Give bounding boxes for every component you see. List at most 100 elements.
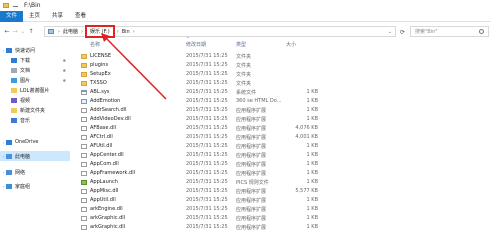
search-input[interactable]: 搜索"Bin" [410,26,489,37]
file-row[interactable]: AppCom.dll 2015/7/31 15:25 应用程序扩展 1 KB [74,160,491,169]
sidebar-item[interactable]: 视频 [0,95,70,105]
file-name: AppFramework.dll [90,170,135,176]
quick-access-toolbar-icon[interactable] [13,4,18,7]
sidebar-item-label: 快速访问 [15,47,36,54]
file-name: AppCom.dll [90,161,119,167]
forward-button[interactable]: → [11,27,19,37]
dll-file-icon [81,117,87,122]
sidebar-item[interactable]: 下载 ✱ [0,55,70,65]
file-row[interactable]: AFBase.dll 2015/7/31 15:25 应用程序扩展 4,076 KB [74,124,491,133]
tab-view[interactable]: 查看 [69,11,92,22]
file-row[interactable]: ABL.sys 2015/7/31 15:25 系统文件 1 KB [74,88,491,97]
network-icon [6,169,12,175]
file-row[interactable]: AddVideoDev.dll 2015/7/31 15:25 应用程序扩展 1 KB [74,115,491,124]
file-row[interactable]: SetupEx 2015/7/31 15:25 文件夹 [74,70,491,79]
breadcrumb-separator[interactable]: › [80,29,84,35]
sidebar-item[interactable]: › 此电脑 [0,151,70,161]
file-row[interactable]: AppCenter.dll 2015/7/31 15:25 应用程序扩展 1 KB [74,151,491,160]
file-date: 2015/7/31 15:25 [186,197,228,203]
pics-file-icon [81,180,87,185]
breadcrumb-drive-f[interactable]: 娱乐 (F:) [85,25,115,38]
file-row[interactable]: AddEmotion 2015/7/31 15:25 360 se HTML Do.… [74,97,491,106]
sidebar-item-label: 文档 [20,67,31,74]
refresh-button[interactable]: ⟳ [400,29,405,36]
sidebar-item[interactable]: 音乐 [0,115,70,125]
file-row[interactable]: AddrSearch.dll 2015/7/31 15:25 应用程序扩展 1 KB [74,106,491,115]
file-date: 2015/7/31 15:25 [186,98,228,104]
file-date: 2015/7/31 15:25 [186,152,228,158]
dll-file-icon [81,198,87,203]
file-type: 文件夹 [236,81,252,87]
folder-icon [81,63,87,68]
file-name: arkGraphic.dll [90,224,126,230]
pin-icon: ✱ [62,57,66,63]
file-date: 2015/7/31 15:25 [186,80,228,86]
file-type: 应用程序扩展 [236,135,267,141]
column-header-type[interactable]: 类型 [236,41,246,51]
file-type: 应用程序扩展 [236,216,267,222]
file-name: SetupEx [90,71,111,77]
html-file-icon [81,99,87,104]
sidebar-item[interactable]: 新建文件夹 [0,105,70,115]
file-row[interactable]: TXSSO 2015/7/31 15:25 文件夹 [74,79,491,88]
up-button[interactable]: ↑ [27,27,35,37]
file-name: AFCtrl.dll [90,134,113,140]
file-row[interactable]: AFUtil.dll 2015/7/31 15:25 应用程序扩展 1 KB [74,142,491,151]
address-bar[interactable]: › 此电脑 › 娱乐 (F:) › Bin › ⌄ [44,25,396,38]
file-date: 2015/7/31 15:25 [186,161,228,167]
file-row[interactable]: AFCtrl.dll 2015/7/31 15:25 应用程序扩展 4,001 KB [74,133,491,142]
folder-icon [11,87,17,93]
column-header-date[interactable]: 修改日期 [186,41,206,51]
dll-file-icon [81,108,87,113]
file-type: 360 se HTML Do... [236,98,282,104]
breadcrumb-bin[interactable]: Bin [120,29,132,35]
pin-icon: ✱ [62,77,66,83]
sidebar-item[interactable]: › OneDrive [0,137,70,147]
sidebar-item[interactable]: LOL谢谢图片 [0,85,70,95]
file-row[interactable]: AppFramework.dll 2015/7/31 15:25 应用程序扩展 1 K… [74,169,491,178]
dll-file-icon [81,144,87,149]
sidebar-item[interactable]: › 网络 [0,167,70,177]
file-row[interactable]: AppLaunch 2015/7/31 15:25 PICS 规则文件 1 KB [74,178,491,187]
music-icon [11,117,17,123]
breadcrumb-this-pc[interactable]: 此电脑 [61,28,80,35]
tab-file[interactable]: 文件 [0,10,24,22]
video-icon [11,97,17,103]
file-row[interactable]: AppMisc.dll 2015/7/31 15:25 应用程序扩展 5,577 KB [74,187,491,196]
computer-icon [48,29,54,34]
recent-locations-button[interactable]: ⌄ [19,27,27,37]
file-size: 5,577 KB [295,188,318,194]
column-header-size[interactable]: 大小 [286,41,296,51]
download-icon [11,57,17,63]
sidebar-item-label: 视频 [20,97,31,104]
file-size: 1 KB [306,215,318,221]
sidebar-item[interactable]: › 快速访问 [0,45,70,55]
sidebar-item[interactable]: 图片 ✱ [0,75,70,85]
file-row[interactable]: plugins 2015/7/31 15:25 文件夹 [74,61,491,70]
column-header-name[interactable]: 名称 [90,41,100,51]
chevron-down-icon[interactable]: ⌄ [388,29,392,35]
sidebar-item[interactable]: 文档 ✱ [0,65,70,75]
dll-file-icon [81,171,87,176]
file-type: 文件夹 [236,54,252,60]
file-type: 应用程序扩展 [236,225,267,231]
sidebar-item[interactable]: › 家庭组 [0,181,70,191]
back-button[interactable]: ← [3,27,11,37]
file-row[interactable]: AppUtil.dll 2015/7/31 15:25 应用程序扩展 1 KB [74,196,491,205]
file-row[interactable]: arkGraphic.dll 2015/7/31 15:25 应用程序扩展 1 KB [74,223,491,232]
tab-home[interactable]: 主页 [23,11,46,22]
file-name: TXSSO [90,80,107,86]
file-row[interactable]: arkEngine.dll 2015/7/31 15:25 应用程序扩展 1 KB [74,205,491,214]
file-row[interactable]: LICENSE 2015/7/31 15:25 文件夹 [74,52,491,61]
file-size: 1 KB [306,98,318,104]
folder-icon [3,3,9,8]
tab-share[interactable]: 共享 [46,11,69,22]
sidebar-item-label: 此电脑 [15,153,31,160]
dll-file-icon [81,225,87,230]
file-type: 文件夹 [236,72,252,78]
file-date: 2015/7/31 15:25 [186,71,228,77]
dll-file-icon [81,162,87,167]
star-icon [6,47,12,53]
file-row[interactable]: arkGraphic.dll 2015/7/31 15:25 应用程序扩展 1 KB [74,214,491,223]
log-file-icon [81,90,87,95]
